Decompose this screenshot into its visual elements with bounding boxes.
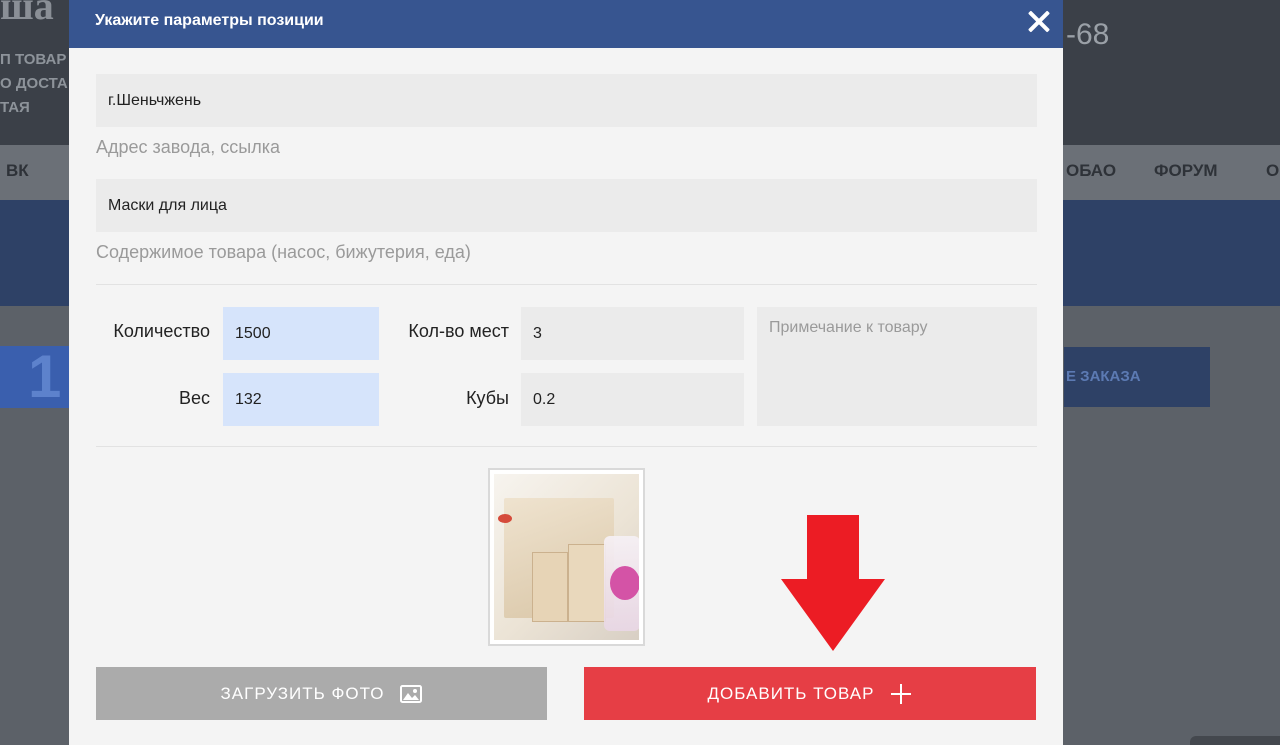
image-icon [400,684,423,703]
add-item-label: ДОБАВИТЬ ТОВАР [707,683,875,703]
places-label: Кол-во мест [408,321,509,341]
modal-title: Укажите параметры позиции [95,12,324,29]
nav-item-forum[interactable]: ФОРУМ [1154,161,1218,181]
tagline-line: ТАЯ [0,99,30,116]
divider [96,446,1037,447]
nav-item-taobao[interactable]: ОБАО [1066,161,1116,181]
contents-input[interactable] [96,179,1037,232]
factory-address-hint: Адрес завода, ссылка [96,137,281,157]
add-item-button[interactable]: ДОБАВИТЬ ТОВАР [584,667,1036,720]
nav-item-more[interactable]: О [1266,161,1279,181]
site-logo: ша [0,0,54,28]
phone-number: -68 [1066,18,1110,51]
plus-icon [890,683,912,705]
chat-widget-tab[interactable] [1190,736,1280,745]
product-photo [494,474,639,640]
product-photo-thumbnail[interactable] [488,468,645,646]
step-badge: 1 [0,346,70,408]
item-note-textarea[interactable] [757,307,1037,426]
divider [96,284,1037,285]
quantity-label: Количество [113,321,210,341]
modal-header: Укажите параметры позиции [69,0,1063,48]
weight-label: Вес [178,388,210,408]
position-params-modal: Укажите параметры позиции Адрес завода, … [69,0,1063,745]
close-icon[interactable] [1023,6,1055,38]
upload-photo-button[interactable]: ЗАГРУЗИТЬ ФОТО [96,667,547,720]
contents-hint: Содержимое товара (насос, бижутерия, еда… [96,242,471,262]
tagline-line: П ТОВАР [0,51,67,68]
photo-box-shape [568,544,606,622]
header-tagline: П ТОВАР О ДОСТА ТАЯ [0,48,68,120]
upload-photo-label: ЗАГРУЗИТЬ ФОТО [220,683,385,703]
tagline-line: О ДОСТА [0,75,68,92]
red-arrow-icon [781,515,885,651]
nav-item-vk[interactable]: ВК [6,161,29,181]
photo-box-shape [532,552,568,622]
photo-mask-shape [610,566,639,600]
cubes-label: Кубы [466,388,509,408]
weight-input[interactable] [223,373,379,426]
order-button[interactable]: Е ЗАКАЗА [1064,347,1210,407]
photo-logo-shape [498,514,512,523]
quantity-input[interactable] [223,307,379,360]
places-input[interactable] [521,307,744,360]
cubes-input[interactable] [521,373,744,426]
factory-address-input[interactable] [96,74,1037,127]
